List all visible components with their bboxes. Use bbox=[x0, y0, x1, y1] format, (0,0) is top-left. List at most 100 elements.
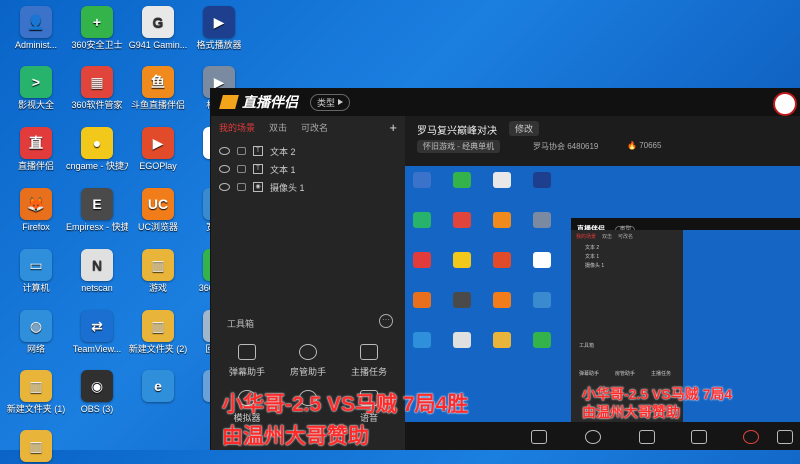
desktop-icon-label: 计算机 bbox=[22, 283, 50, 293]
desktop-icon[interactable]: ▥ 游戏 bbox=[127, 249, 189, 294]
screen-icon[interactable] bbox=[531, 430, 547, 444]
settings-icon[interactable] bbox=[691, 430, 707, 444]
hot-value: 70665 bbox=[639, 141, 662, 150]
desktop-icon-image: 🦊 bbox=[20, 188, 52, 220]
preview-icon bbox=[533, 172, 551, 188]
desktop-icon[interactable]: > 影视大全 bbox=[5, 66, 67, 111]
desktop-icon[interactable]: 鱼斗鱼直播伴侣 bbox=[127, 66, 189, 111]
desktop-icon-image: ▶ bbox=[203, 6, 235, 38]
preview-icon bbox=[493, 252, 511, 268]
preview-icon bbox=[453, 172, 471, 188]
type-button[interactable]: 类型 bbox=[310, 93, 351, 111]
desktop-icon[interactable]: ▦ 360软件管家 bbox=[66, 66, 128, 111]
nested-tool: 主播任务 bbox=[651, 371, 672, 377]
preview-icon bbox=[413, 292, 431, 308]
desktop-icon[interactable]: ▭ 计算机 bbox=[5, 249, 67, 294]
desktop-icon[interactable]: ◉ OBS (3) bbox=[66, 370, 128, 415]
desktop-icon-image: ● bbox=[81, 127, 113, 159]
tab-double-click[interactable]: 双击 bbox=[269, 121, 287, 134]
add-scene-button[interactable]: + bbox=[389, 120, 397, 135]
desktop-icon-image: 直 bbox=[20, 127, 52, 159]
nested-tool: 房管助手 bbox=[615, 371, 636, 377]
source-label: 摄像头 1 bbox=[270, 182, 305, 193]
source-list: T 文本 2 T 文本 1 ◉ 摄像头 1 bbox=[211, 142, 405, 196]
room-id: 罗马协会 6480619 bbox=[533, 142, 599, 151]
app-name: 直播伴侣 bbox=[242, 94, 298, 110]
host-task-button[interactable]: 主播任务 bbox=[339, 344, 399, 378]
tab-my-scene[interactable]: 我的场景 bbox=[219, 121, 255, 134]
lock-icon[interactable] bbox=[237, 183, 246, 191]
preview-icon bbox=[413, 252, 431, 268]
desktop-icon-label: 游戏 bbox=[148, 283, 167, 293]
tool-label: 弹幕助手 bbox=[228, 367, 265, 377]
source-item[interactable]: T 文本 2 bbox=[211, 142, 405, 160]
danmaku-assistant-button[interactable]: 弹幕助手 bbox=[217, 344, 277, 378]
mic-icon[interactable] bbox=[743, 430, 759, 444]
desktop-icon[interactable]: ▥ 新建文件夹 (2) bbox=[127, 310, 189, 355]
desktop-icon[interactable]: E Empiresx - 快捷方式 bbox=[66, 188, 128, 233]
task-icon bbox=[360, 344, 378, 360]
speaker-icon[interactable] bbox=[777, 430, 793, 444]
tab-rename[interactable]: 可改名 bbox=[301, 121, 328, 134]
tool-label: 主播任务 bbox=[350, 367, 387, 377]
desktop-icon-label: cngame - 快捷方式 bbox=[66, 161, 128, 171]
record-icon[interactable] bbox=[585, 430, 601, 444]
desktop-icon-label: 网络 bbox=[26, 344, 45, 354]
toolbox-more-button[interactable]: ··· bbox=[379, 314, 393, 328]
category-button[interactable]: 怀旧游戏 - 经典单机 bbox=[417, 140, 501, 153]
desktop-icon[interactable]: Nnetscan bbox=[66, 249, 128, 294]
preview-icon bbox=[493, 212, 511, 228]
desktop-icon[interactable]: ● cngame - 快捷方式 bbox=[66, 127, 128, 172]
desktop-icon[interactable]: 🦊 Firefox bbox=[5, 188, 67, 233]
eye-icon[interactable] bbox=[219, 183, 230, 191]
desktop-icon[interactable]: ⇄ TeamView... bbox=[66, 310, 128, 355]
preview-icon bbox=[533, 292, 551, 308]
danmaku-icon bbox=[238, 344, 256, 360]
desktop-icon-label: 360安全卫士 bbox=[71, 40, 123, 50]
desktop-icon[interactable]: ▥ 新建文件夹 (1) bbox=[5, 370, 67, 415]
desktop-icon-label: 新建文件夹 (1) bbox=[6, 404, 66, 414]
scene-tabs: 我的场景 双击 可改名 + bbox=[211, 116, 405, 138]
desktop-icon-image: > bbox=[20, 66, 52, 98]
eye-icon[interactable] bbox=[219, 165, 230, 173]
camera-source-icon: ◉ bbox=[253, 182, 263, 192]
share-icon[interactable] bbox=[639, 430, 655, 444]
app-logo: 直播伴侣 bbox=[219, 92, 298, 112]
eye-icon[interactable] bbox=[219, 147, 230, 155]
desktop-icon[interactable]: UC UC浏览器 bbox=[127, 188, 189, 233]
hot-count: 🔥 70665 bbox=[627, 141, 662, 150]
desktop-icon-label: netscan bbox=[81, 283, 113, 293]
desktop-icon[interactable]: ▶ 格式播放器 bbox=[188, 6, 250, 51]
preview-icon bbox=[413, 212, 431, 228]
desktop-icon-image: ▭ bbox=[20, 249, 52, 281]
desktop-icon-image: ▦ bbox=[81, 66, 113, 98]
text-source-icon: T bbox=[253, 164, 263, 174]
source-item[interactable]: T 文本 1 bbox=[211, 160, 405, 178]
logo-icon bbox=[219, 95, 239, 109]
desktop-icon-label: 斗鱼直播伴侣 bbox=[130, 100, 185, 110]
desktop-icon-label: 360软件管家 bbox=[71, 100, 123, 110]
desktop-icon[interactable]: e bbox=[127, 370, 189, 404]
nested-tab: 双击 bbox=[602, 234, 613, 240]
desktop-icon-label: UC浏览器 bbox=[138, 222, 178, 232]
lock-icon[interactable] bbox=[237, 147, 246, 155]
desktop-icon[interactable]: ◍ 网络 bbox=[5, 310, 67, 355]
source-label: 文本 2 bbox=[270, 146, 296, 157]
nested-source: 文本 2 bbox=[585, 245, 600, 251]
desktop-icon[interactable]: ▶ EGOPlay bbox=[127, 127, 189, 172]
desktop-icon[interactable]: 👤 Administ... bbox=[5, 6, 67, 51]
desktop-icon-image: ◉ bbox=[81, 370, 113, 402]
avatar[interactable] bbox=[773, 92, 797, 116]
nested-tab: 可改名 bbox=[618, 234, 634, 240]
desktop-icon[interactable]: +360安全卫士 bbox=[66, 6, 128, 51]
room-admin-button[interactable]: 房管助手 bbox=[278, 344, 338, 378]
lock-icon[interactable] bbox=[237, 165, 246, 173]
desktop-icon[interactable]: G G941 Gamin... bbox=[127, 6, 189, 51]
desktop-icon-image: E bbox=[81, 188, 113, 220]
desktop-icon[interactable]: 直直播伴侣 bbox=[5, 127, 67, 172]
source-item[interactable]: ◉ 摄像头 1 bbox=[211, 178, 405, 196]
desktop-icon-image: ▥ bbox=[20, 370, 52, 402]
desktop-icon[interactable]: ▥ bbox=[5, 430, 67, 464]
preview-icon bbox=[453, 292, 471, 308]
edit-button[interactable]: 修改 bbox=[509, 121, 540, 136]
